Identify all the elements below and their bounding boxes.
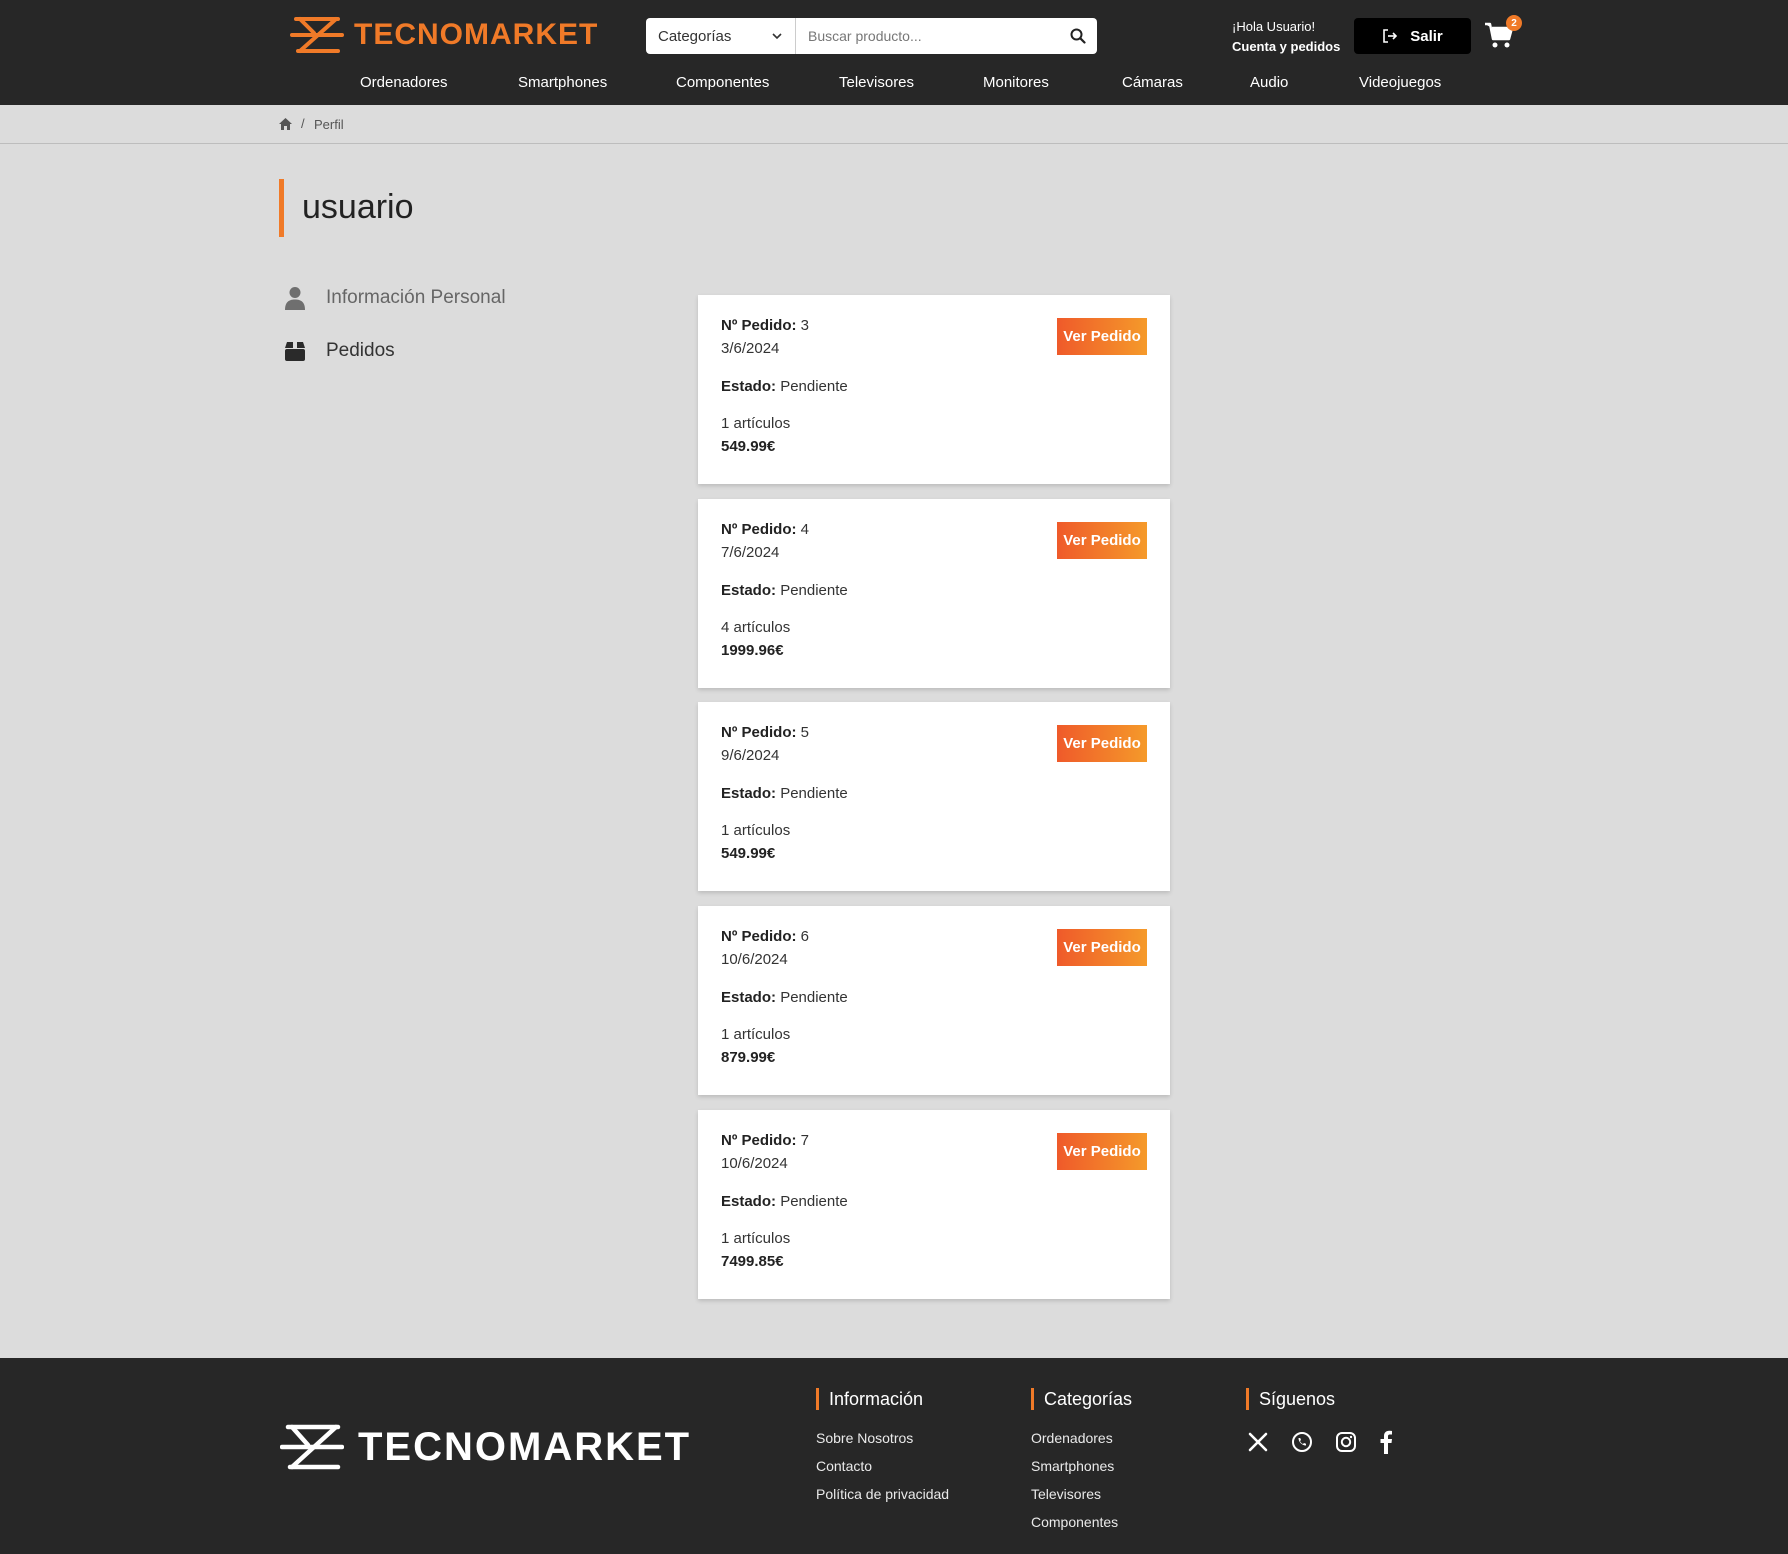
search-bar: Categorías: [646, 18, 1097, 54]
nav-item-componentes[interactable]: Componentes: [676, 74, 769, 91]
footer-link-ordenadores[interactable]: Ordenadores: [1031, 1430, 1113, 1446]
title-accent: [279, 179, 284, 237]
facebook-icon[interactable]: [1374, 1430, 1398, 1454]
footer: TECNOMARKET Información Sobre Nosotros C…: [0, 1358, 1788, 1554]
logout-icon: [1383, 29, 1398, 43]
order-number: Nº Pedido: 6: [721, 928, 809, 945]
order-total: 7499.85€: [721, 1253, 784, 1270]
view-order-button[interactable]: Ver Pedido: [1057, 318, 1147, 355]
footer-link-contact[interactable]: Contacto: [816, 1458, 872, 1474]
order-number: Nº Pedido: 7: [721, 1132, 809, 1149]
footer-info-title: Información: [816, 1388, 1016, 1410]
category-select-label: Categorías: [658, 27, 732, 45]
footer-link-componentes[interactable]: Componentes: [1031, 1514, 1118, 1530]
view-order-button[interactable]: Ver Pedido: [1057, 522, 1147, 559]
category-nav: Ordenadores Smartphones Componentes Tele…: [0, 74, 1788, 94]
order-card: Nº Pedido: 6 10/6/2024 Estado: Pendiente…: [698, 906, 1170, 1095]
logo[interactable]: TECNOMARKET: [290, 14, 598, 56]
footer-logo-text: TECNOMARKET: [358, 1424, 692, 1469]
order-number: Nº Pedido: 4: [721, 521, 809, 538]
order-card: Nº Pedido: 5 9/6/2024 Estado: Pendiente …: [698, 702, 1170, 891]
x-icon[interactable]: [1246, 1430, 1270, 1454]
footer-link-about[interactable]: Sobre Nosotros: [816, 1430, 913, 1446]
footer-logo[interactable]: TECNOMARKET: [280, 1423, 691, 1471]
order-status: Estado: Pendiente: [721, 582, 848, 599]
order-item-count: 1 artículos: [721, 822, 791, 839]
social-links: [1246, 1430, 1398, 1454]
breadcrumb-separator: /: [301, 116, 305, 131]
user-icon: [284, 286, 306, 310]
nav-item-televisores[interactable]: Televisores: [839, 74, 914, 91]
order-number: Nº Pedido: 3: [721, 317, 809, 334]
logo-icon: [280, 1424, 344, 1470]
sidebar-item-label: Información Personal: [326, 287, 506, 308]
order-date: 9/6/2024: [721, 747, 780, 764]
breadcrumb-current: Perfil: [314, 117, 344, 132]
logout-label: Salir: [1410, 27, 1443, 45]
order-status: Estado: Pendiente: [721, 989, 848, 1006]
logout-button[interactable]: Salir: [1354, 18, 1471, 54]
order-date: 7/6/2024: [721, 544, 780, 561]
logo-icon: [290, 17, 344, 53]
footer-link-smartphones[interactable]: Smartphones: [1031, 1458, 1114, 1474]
account-link[interactable]: Cuenta y pedidos: [1232, 37, 1340, 57]
nav-item-monitores[interactable]: Monitores: [983, 74, 1049, 91]
search-icon: [1070, 28, 1086, 44]
sidebar-item-label: Pedidos: [326, 340, 395, 361]
chevron-down-icon: [772, 33, 782, 40]
box-icon: [284, 339, 306, 363]
nav-item-audio[interactable]: Audio: [1250, 74, 1288, 91]
nav-item-videojuegos[interactable]: Videojuegos: [1359, 74, 1441, 91]
view-order-button[interactable]: Ver Pedido: [1057, 929, 1147, 966]
order-date: 10/6/2024: [721, 951, 788, 968]
order-item-count: 4 artículos: [721, 619, 791, 636]
order-item-count: 1 artículos: [721, 1026, 791, 1043]
footer-social-column: Síguenos: [1246, 1388, 1446, 1548]
nav-item-camaras[interactable]: Cámaras: [1122, 74, 1183, 91]
search-input[interactable]: [796, 18, 1059, 54]
nav-item-ordenadores[interactable]: Ordenadores: [360, 74, 448, 91]
order-total: 549.99€: [721, 438, 776, 455]
whatsapp-icon[interactable]: [1290, 1430, 1314, 1454]
order-status: Estado: Pendiente: [721, 378, 848, 395]
order-date: 3/6/2024: [721, 340, 780, 357]
order-total: 1999.96€: [721, 642, 784, 659]
order-item-count: 1 artículos: [721, 1230, 791, 1247]
instagram-icon[interactable]: [1334, 1430, 1358, 1454]
order-total: 549.99€: [721, 845, 776, 862]
order-status: Estado: Pendiente: [721, 785, 848, 802]
nav-item-smartphones[interactable]: Smartphones: [518, 74, 607, 91]
view-order-button[interactable]: Ver Pedido: [1057, 725, 1147, 762]
home-icon[interactable]: [278, 117, 293, 131]
footer-info-column: Información Sobre Nosotros Contacto Polí…: [816, 1388, 1016, 1548]
cart-count-badge: 2: [1506, 15, 1522, 31]
logo-text: TECNOMARKET: [354, 18, 599, 51]
order-card: Nº Pedido: 4 7/6/2024 Estado: Pendiente …: [698, 499, 1170, 688]
page-title: usuario: [302, 188, 414, 226]
top-header: TECNOMARKET Categorías ¡Hola Usuario! Cu…: [0, 0, 1788, 105]
search-button[interactable]: [1059, 18, 1097, 54]
footer-social-title: Síguenos: [1246, 1388, 1446, 1410]
order-card: Nº Pedido: 3 3/6/2024 Estado: Pendiente …: [698, 295, 1170, 484]
view-order-button[interactable]: Ver Pedido: [1057, 1133, 1147, 1170]
footer-link-privacy[interactable]: Política de privacidad: [816, 1486, 949, 1502]
order-status: Estado: Pendiente: [721, 1193, 848, 1210]
account-menu[interactable]: ¡Hola Usuario! Cuenta y pedidos: [1232, 17, 1340, 57]
order-total: 879.99€: [721, 1049, 776, 1066]
order-card: Nº Pedido: 7 10/6/2024 Estado: Pendiente…: [698, 1110, 1170, 1299]
footer-categories-title: Categorías: [1031, 1388, 1231, 1410]
greeting-text: ¡Hola Usuario!: [1232, 19, 1316, 34]
order-item-count: 1 artículos: [721, 415, 791, 432]
sidebar-item-orders[interactable]: Pedidos: [284, 339, 395, 363]
footer-link-televisores[interactable]: Televisores: [1031, 1486, 1101, 1502]
breadcrumb: / Perfil: [0, 105, 1788, 144]
order-number: Nº Pedido: 5: [721, 724, 809, 741]
order-date: 10/6/2024: [721, 1155, 788, 1172]
sidebar-item-personal-info[interactable]: Información Personal: [284, 286, 506, 310]
category-select[interactable]: Categorías: [646, 18, 796, 54]
footer-categories-column: Categorías Ordenadores Smartphones Telev…: [1031, 1388, 1231, 1548]
